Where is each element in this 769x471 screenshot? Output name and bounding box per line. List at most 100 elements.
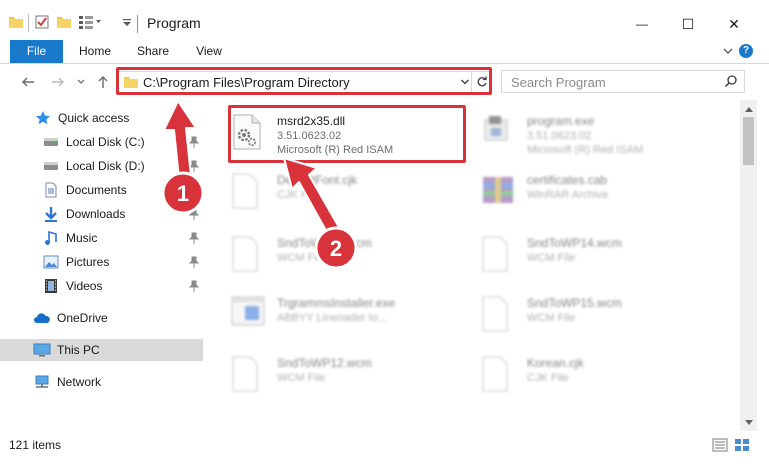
recent-locations-button[interactable] (71, 72, 91, 92)
view-options-icon[interactable] (78, 14, 102, 34)
file-name: SndToWP12.wcm (277, 356, 372, 370)
file-name: msrd2x35.dll (277, 114, 346, 128)
blank-file-icon (481, 356, 513, 392)
vertical-scrollbar[interactable] (740, 100, 757, 431)
folder-icon (123, 74, 139, 93)
sidebar-item-music[interactable]: Music (0, 227, 203, 249)
back-button[interactable] (18, 72, 38, 92)
file-name: SndToWP15.wcm (527, 296, 622, 310)
file-type: WCM File (527, 312, 576, 324)
network-icon (33, 374, 51, 390)
sidebar-item-network[interactable]: Network (0, 371, 203, 393)
file-version: 3.51.0623.02 (527, 130, 592, 142)
forward-button[interactable] (48, 72, 68, 92)
exe-icon (481, 114, 513, 150)
pin-icon[interactable] (188, 160, 200, 175)
blank-file-icon (481, 236, 513, 272)
navigation-pane: Quick access Local Disk (C:) Local Disk … (0, 100, 207, 431)
minimize-button[interactable]: — (622, 10, 662, 38)
tab-share[interactable]: Share (130, 40, 176, 63)
sidebar-item-downloads[interactable]: Downloads (0, 203, 203, 225)
up-button[interactable] (93, 72, 113, 92)
large-icons-view-button[interactable] (733, 436, 751, 454)
window-title: Program (147, 15, 201, 31)
title-divider (137, 15, 138, 33)
scroll-up-button[interactable] (740, 100, 757, 117)
pin-icon[interactable] (188, 280, 200, 295)
back-arrow-icon (22, 77, 34, 87)
pin-icon[interactable] (188, 232, 200, 247)
file-company: Microsoft (R) Red ISAM (527, 144, 644, 156)
sidebar-item-quick-access[interactable]: Quick access (0, 107, 203, 129)
file-item[interactable]: Korean.cjk CJK File (457, 348, 697, 396)
search-box[interactable]: Search Program (501, 70, 745, 93)
address-bar[interactable]: C:\Program Files\Program Directory (118, 71, 492, 93)
sidebar-item-onedrive[interactable]: OneDrive (0, 307, 203, 329)
sidebar-item-label: Local Disk (D:) (66, 159, 145, 173)
tab-view[interactable]: View (186, 40, 232, 63)
new-folder-icon[interactable] (56, 14, 72, 34)
sidebar-item-label: Documents (66, 183, 127, 197)
sidebar-item-local-disk-c[interactable]: Local Disk (C:) (0, 131, 203, 153)
file-item[interactable]: certificates.cab WinRAR Archive (457, 165, 697, 213)
pictures-icon (42, 254, 60, 270)
file-name: TrgrammsInstaller.exe (277, 296, 396, 310)
installer-icon (231, 296, 265, 332)
chevron-down-icon (77, 79, 85, 84)
star-icon (34, 110, 52, 126)
blank-file-icon (231, 356, 263, 392)
tab-home[interactable]: Home (72, 40, 118, 63)
scroll-down-button[interactable] (740, 414, 757, 431)
help-icon[interactable]: ? (739, 44, 753, 58)
scroll-thumb[interactable] (743, 117, 754, 165)
blank-file-icon (231, 173, 263, 209)
customize-toolbar-icon[interactable] (122, 14, 132, 34)
pin-icon[interactable] (188, 256, 200, 271)
file-name: SndToWP12.wcm (277, 236, 372, 250)
sidebar-item-local-disk-d[interactable]: Local Disk (D:) (0, 155, 203, 177)
file-name: DefaultFont.cjk (277, 173, 358, 187)
refresh-button[interactable] (471, 72, 491, 92)
sidebar-item-label: Videos (66, 279, 103, 293)
file-item[interactable]: SndToWP12.wcm WCM File (207, 348, 447, 396)
properties-icon[interactable] (34, 14, 50, 34)
computer-icon (33, 342, 51, 358)
music-icon (42, 230, 60, 246)
archive-icon (481, 173, 513, 209)
sidebar-item-label: OneDrive (57, 311, 108, 325)
sidebar-item-pictures[interactable]: Pictures (0, 251, 203, 273)
dll-gear-icon (231, 114, 263, 150)
file-item[interactable]: program.exe 3.51.0623.02 Microsoft (R) R… (457, 106, 697, 156)
pin-icon[interactable] (188, 136, 200, 151)
file-list: msrd2x35.dll 3.51.0623.02 Microsoft (R) … (207, 100, 740, 431)
ribbon-tabs: File Home Share View ? (0, 40, 769, 64)
close-button[interactable]: ✕ (714, 10, 754, 38)
status-bar: 121 items (0, 431, 769, 471)
file-item[interactable]: SndToWP14.wcm WCM File (457, 228, 697, 276)
tab-file[interactable]: File (10, 40, 63, 63)
file-item-msrd2x35-dll[interactable]: msrd2x35.dll 3.51.0623.02 Microsoft (R) … (207, 106, 447, 156)
sidebar-item-videos[interactable]: Videos (0, 275, 203, 297)
file-item[interactable]: SndToWP12.wcm WCM File (207, 228, 447, 276)
file-item[interactable]: TrgrammsInstaller.exe ABBYY Lineoader to… (207, 288, 447, 336)
expand-ribbon-icon[interactable] (722, 45, 734, 60)
address-path[interactable]: C:\Program Files\Program Directory (143, 75, 350, 90)
sidebar-item-label: This PC (57, 343, 100, 357)
details-view-button[interactable] (711, 436, 729, 454)
up-arrow-icon (98, 76, 108, 88)
sidebar-item-documents[interactable]: Documents (0, 179, 203, 201)
download-icon (42, 206, 60, 222)
maximize-button[interactable]: ☐ (668, 10, 708, 38)
search-input[interactable]: Search Program (511, 75, 606, 90)
refresh-icon (477, 76, 487, 87)
minimize-icon: — (636, 17, 648, 31)
sidebar-item-label: Music (66, 231, 98, 245)
pin-icon[interactable] (188, 208, 200, 223)
file-item[interactable]: DefaultFont.cjk CJK File (207, 165, 447, 213)
file-type: WCM File (277, 252, 326, 264)
file-type: CJK File (277, 189, 319, 201)
search-icon[interactable] (724, 74, 738, 91)
pin-icon[interactable] (188, 184, 200, 199)
sidebar-item-this-pc[interactable]: This PC (0, 339, 203, 361)
file-item[interactable]: SndToWP15.wcm WCM File (457, 288, 697, 336)
